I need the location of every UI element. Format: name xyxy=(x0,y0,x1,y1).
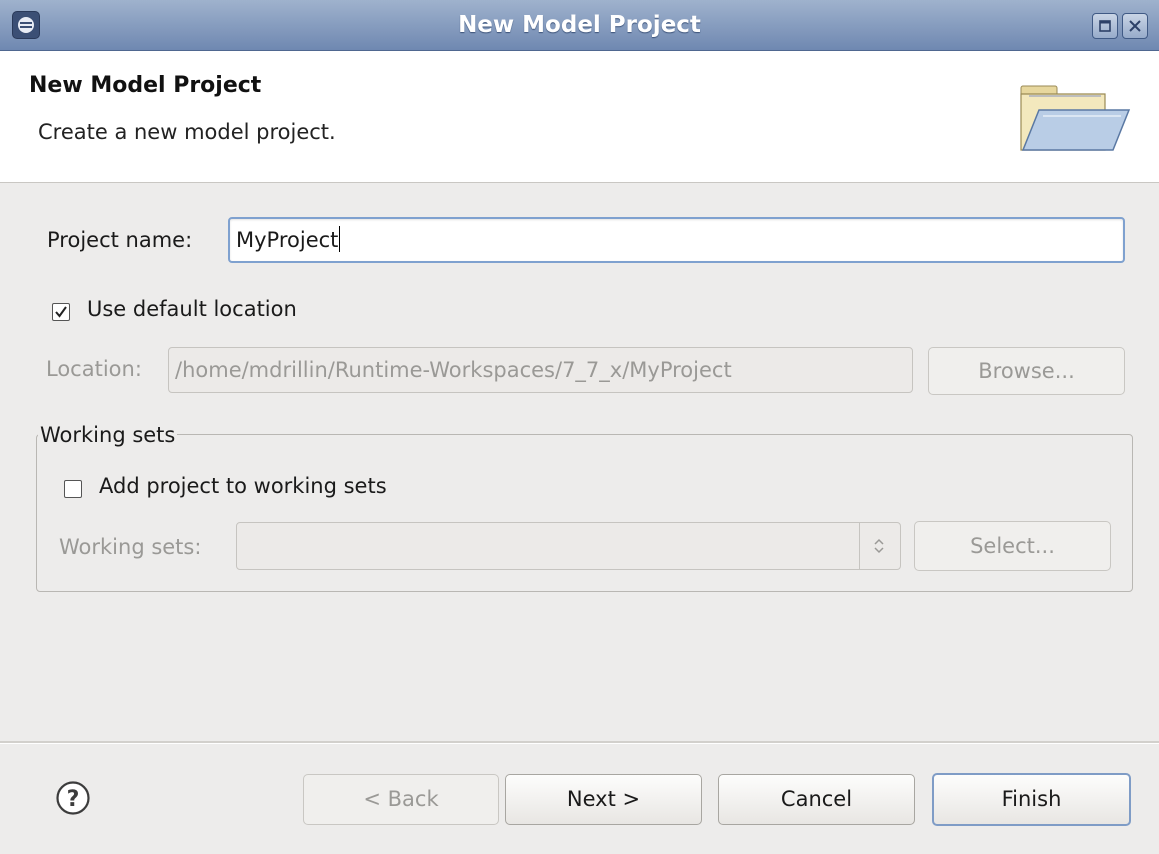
working-sets-combo[interactable] xyxy=(236,522,901,570)
use-default-location-checkbox[interactable] xyxy=(52,303,70,321)
browse-button[interactable]: Browse... xyxy=(928,347,1125,395)
text-caret xyxy=(339,226,341,252)
location-value: /home/mdrillin/Runtime-Workspaces/7_7_x/… xyxy=(175,358,732,382)
working-sets-label: Working sets: xyxy=(59,535,202,559)
close-button[interactable] xyxy=(1122,13,1148,39)
banner-description: Create a new model project. xyxy=(38,120,336,144)
maximize-icon xyxy=(1099,20,1111,32)
add-to-working-sets-label[interactable]: Add project to working sets xyxy=(99,474,387,498)
working-sets-group-label: Working sets xyxy=(38,423,178,447)
checkmark-icon xyxy=(55,306,67,318)
svg-text:?: ? xyxy=(67,787,80,812)
back-button[interactable]: < Back xyxy=(303,774,499,825)
cancel-button[interactable]: Cancel xyxy=(718,774,915,825)
project-name-value: MyProject xyxy=(236,228,339,252)
folder-open-icon xyxy=(1013,76,1133,166)
location-label: Location: xyxy=(46,357,142,381)
close-icon xyxy=(1129,20,1141,32)
project-name-label: Project name: xyxy=(47,228,193,252)
project-name-input[interactable]: MyProject xyxy=(228,217,1125,263)
help-icon[interactable]: ? xyxy=(55,780,91,816)
new-model-project-dialog: New Model Project New Model Project Crea… xyxy=(0,0,1159,854)
select-button[interactable]: Select... xyxy=(914,521,1111,571)
wizard-banner xyxy=(0,51,1159,183)
title-bar[interactable]: New Model Project xyxy=(0,0,1159,51)
use-default-location-label[interactable]: Use default location xyxy=(87,297,297,321)
banner-title: New Model Project xyxy=(29,73,262,98)
combo-arrow[interactable] xyxy=(859,523,900,569)
add-to-working-sets-checkbox[interactable] xyxy=(64,480,82,498)
location-input[interactable]: /home/mdrillin/Runtime-Workspaces/7_7_x/… xyxy=(168,347,913,393)
next-button[interactable]: Next > xyxy=(505,774,702,825)
footer-separator xyxy=(0,741,1159,744)
finish-button[interactable]: Finish xyxy=(932,773,1131,826)
window-title: New Model Project xyxy=(458,12,701,38)
maximize-button[interactable] xyxy=(1092,13,1118,39)
chevron-up-down-icon xyxy=(874,538,884,554)
